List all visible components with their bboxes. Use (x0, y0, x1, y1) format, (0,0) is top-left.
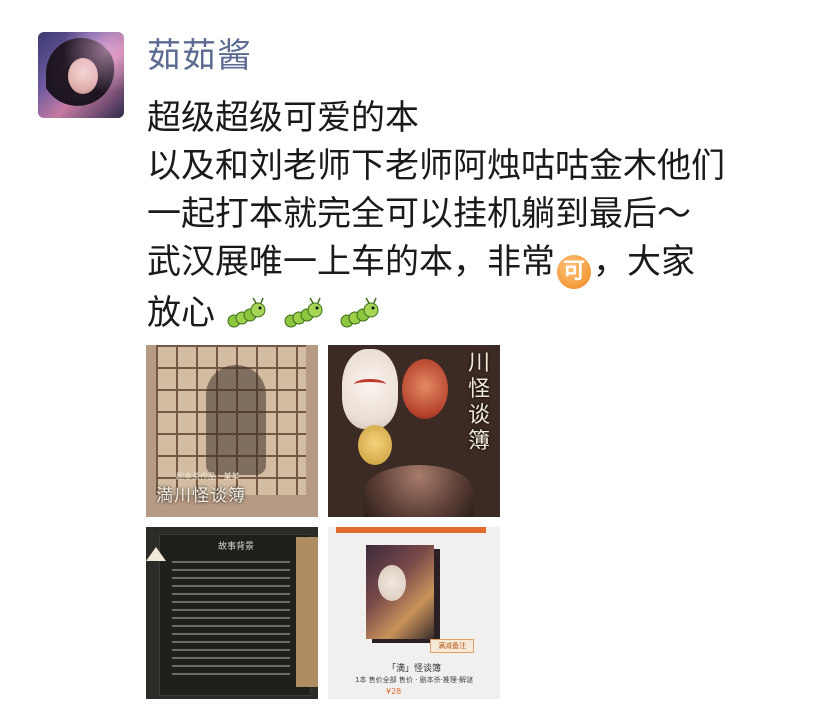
post-line-3: 一起打本就完全可以挂机躺到最后～ (147, 194, 691, 234)
photo-3-heading: 故事背景 (217, 542, 254, 552)
photo-2-vertical-title: 川怪谈簿 (467, 351, 490, 454)
caterpillar-icon (340, 297, 379, 328)
author-avatar[interactable] (38, 32, 124, 118)
caterpillar-icon (284, 297, 323, 328)
product-banner (336, 527, 486, 533)
box-mask-art (378, 565, 406, 601)
post-line-4: 武汉展唯一上车的本，非常可，大家 (147, 238, 807, 289)
product-badge: 满减备注 (430, 639, 474, 653)
side-card (296, 537, 318, 687)
post-text: 超级超级可爱的本 以及和刘老师下老师阿烛咕咕金木他们 一起打本就完全可以挂机躺到… (147, 94, 807, 337)
photo-2[interactable]: 川怪谈簿 (328, 345, 500, 517)
post-line-4-text: 武汉展唯一上车的本，非常 (147, 242, 555, 282)
avatar-glow (38, 32, 124, 118)
photo-3[interactable]: 故事背景 (146, 527, 318, 699)
author-name[interactable]: 茹茹酱 (147, 34, 252, 78)
photo-1[interactable]: 剧本杀作品 · 某某 満川怪谈簿 (146, 345, 318, 517)
post-line-5-text: 放心 (147, 293, 215, 333)
story-text-lines (172, 561, 290, 679)
post-line-2: 以及和刘老师下老师阿烛咕咕金木他们 (147, 146, 725, 186)
product-box (366, 545, 434, 639)
photo-1-title: 満川怪谈簿 (156, 486, 246, 506)
product-title: 「満」怪谈簿 (386, 664, 441, 674)
red-mask (402, 359, 448, 419)
photo-grid: 剧本杀作品 · 某某 満川怪谈簿 川怪谈簿 故事背景 满减备注 「満」怪谈簿 1… (146, 345, 502, 699)
gold-mask (358, 425, 392, 465)
moments-post: 茹茹酱 超级超级可爱的本 以及和刘老师下老师阿烛咕咕金木他们 一起打本就完全可以… (0, 0, 828, 706)
bowl (364, 465, 474, 517)
product-desc: 1本 售价全部 售价 · 剧本杀·推理·解谜 (354, 676, 474, 684)
fox-mask (342, 349, 398, 429)
post-line-1: 超级超级可爱的本 (147, 98, 419, 138)
product-price: ¥28 (386, 687, 402, 696)
caterpillar-icon (227, 297, 266, 328)
silhouette (206, 365, 266, 475)
post-line-5: 放心 (147, 289, 807, 337)
post-line-4-tail: ，大家 (593, 242, 695, 282)
ke-emoji-icon: 可 (557, 255, 591, 289)
photo-4[interactable]: 满减备注 「満」怪谈簿 1本 售价全部 售价 · 剧本杀·推理·解谜 ¥28 (328, 527, 500, 699)
